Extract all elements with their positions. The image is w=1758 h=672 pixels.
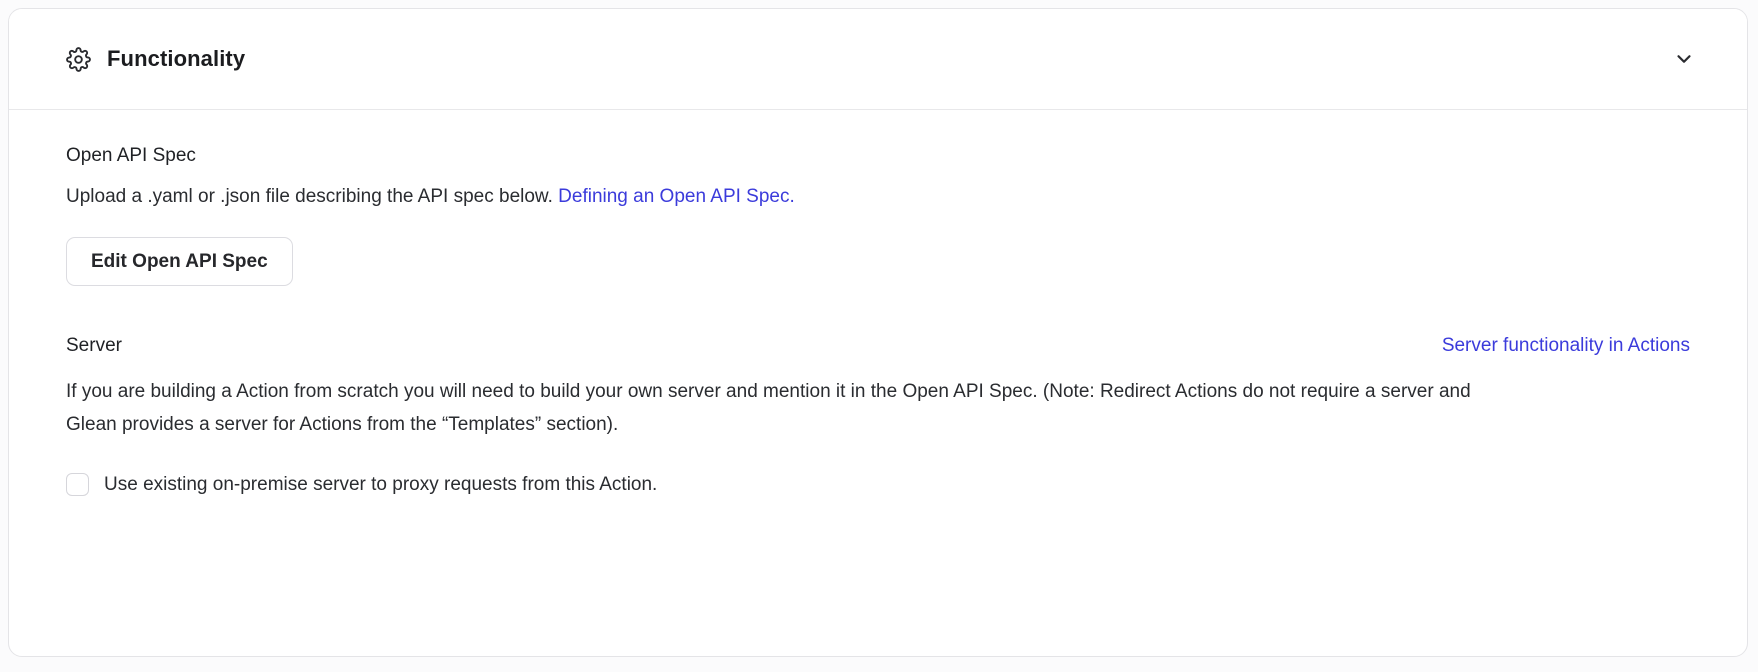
server-section: Server Server functionality in Actions I… [66, 332, 1690, 498]
defining-open-api-spec-link[interactable]: Defining an Open API Spec. [558, 186, 795, 207]
edit-open-api-spec-button[interactable]: Edit Open API Spec [66, 237, 293, 286]
open-api-spec-section: Open API Spec Upload a .yaml or .json fi… [66, 142, 1690, 286]
server-heading: Server [66, 332, 122, 359]
functionality-card: Functionality Open API Spec Upload a .ya… [8, 8, 1748, 657]
card-body: Open API Spec Upload a .yaml or .json fi… [9, 110, 1747, 558]
open-api-spec-description: Upload a .yaml or .json file describing … [66, 180, 1690, 213]
open-api-spec-description-text: Upload a .yaml or .json file describing … [66, 186, 553, 207]
card-title: Functionality [107, 46, 245, 72]
proxy-server-checkbox-row[interactable]: Use existing on-premise server to proxy … [66, 471, 657, 498]
server-section-header: Server Server functionality in Actions [66, 332, 1690, 359]
proxy-server-checkbox-label: Use existing on-premise server to proxy … [104, 471, 657, 498]
chevron-down-icon[interactable] [1673, 48, 1695, 70]
functionality-card-header[interactable]: Functionality [9, 9, 1747, 110]
proxy-server-checkbox[interactable] [66, 473, 89, 496]
server-description: If you are building a Action from scratc… [66, 375, 1521, 441]
open-api-spec-heading: Open API Spec [66, 142, 1690, 169]
gear-icon [66, 47, 91, 72]
server-functionality-link[interactable]: Server functionality in Actions [1442, 335, 1690, 357]
